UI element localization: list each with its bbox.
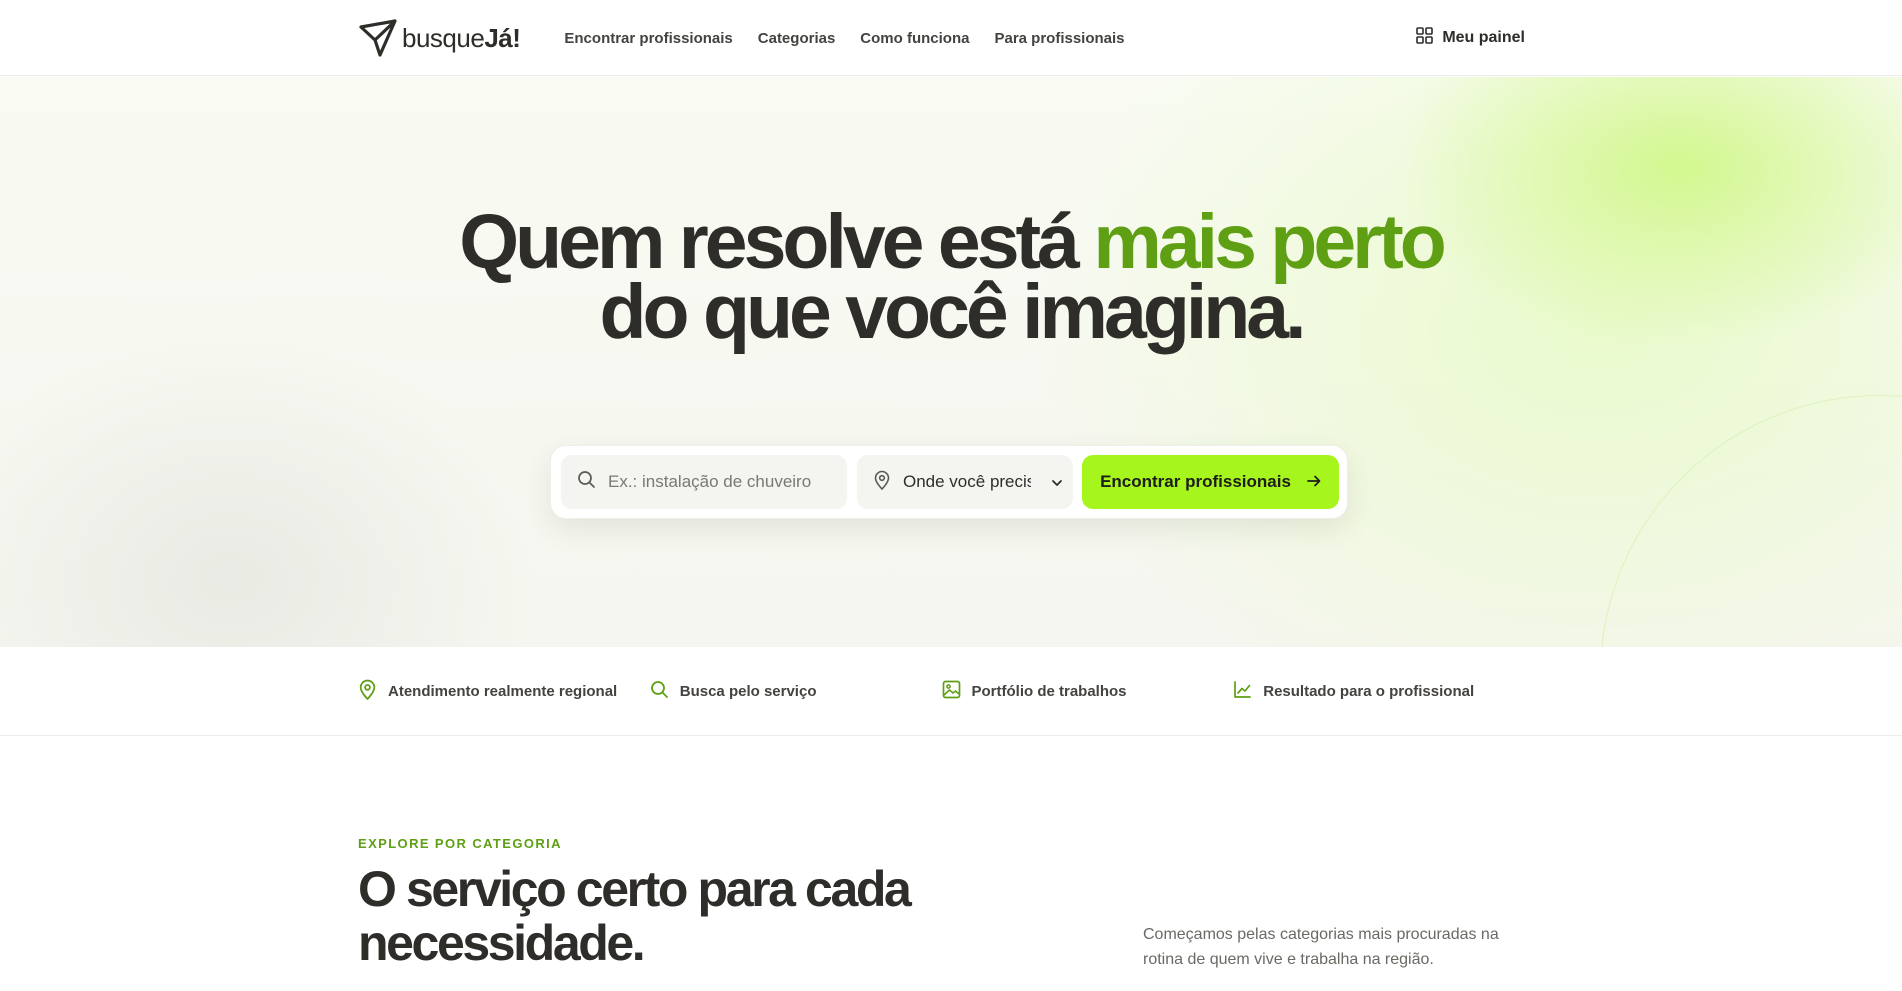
map-pin-icon	[358, 679, 377, 704]
features-strip: Atendimento realmente regional Busca pel…	[0, 647, 1902, 736]
send-arrow-icon	[358, 18, 398, 58]
my-panel-button[interactable]: Meu painel	[1416, 27, 1525, 49]
logo-text: busqueJá!	[402, 22, 521, 54]
location-select[interactable]: Onde você precis	[857, 455, 1073, 509]
find-professionals-label: Encontrar profissionais	[1100, 472, 1291, 491]
my-panel-label: Meu painel	[1442, 29, 1525, 46]
hero-title: Quem resolve está mais perto do que você…	[451, 204, 1451, 351]
site-header: busqueJá! Encontrar profissionais Catego…	[0, 0, 1902, 76]
nav-categories[interactable]: Categorias	[758, 30, 836, 47]
map-pin-icon	[873, 470, 891, 495]
search-icon	[650, 680, 669, 703]
feature-label: Resultado para o profissional	[1263, 683, 1475, 700]
hero-section: Quem resolve está mais perto do que você…	[0, 77, 1902, 647]
features-container: Atendimento realmente regional Busca pel…	[358, 647, 1525, 736]
categories-title: O serviço certo para cada necessidade.	[358, 861, 912, 971]
logo-prefix: busque	[402, 22, 485, 53]
logo[interactable]: busqueJá!	[358, 18, 521, 58]
hero-title-part2: do que você imagina.	[599, 269, 1306, 355]
service-search-field[interactable]	[561, 455, 847, 509]
search-icon	[577, 470, 596, 494]
nav-how-it-works[interactable]: Como funciona	[860, 30, 969, 47]
main-nav: Encontrar profissionais Categorias Como …	[564, 30, 1124, 47]
header-container: busqueJá! Encontrar profissionais Catego…	[358, 0, 1525, 76]
logo-suffix: Já!	[484, 22, 521, 53]
decorative-ring	[1600, 395, 1902, 647]
grid-icon	[1416, 27, 1434, 49]
categories-description: Começamos pelas categorias mais procurad…	[1143, 926, 1499, 968]
location-value: Onde você precis	[903, 472, 1031, 491]
categories-eyebrow: EXPLORE POR CATEGORIA	[358, 836, 562, 851]
nav-find-professionals[interactable]: Encontrar profissionais	[564, 30, 732, 47]
image-icon	[942, 680, 961, 703]
feature-results: Resultado para o profissional	[1233, 680, 1525, 703]
feature-label: Atendimento realmente regional	[388, 683, 618, 700]
feature-label: Busca pelo serviço	[679, 683, 817, 700]
arrow-right-icon	[1307, 472, 1321, 492]
line-chart-icon	[1233, 680, 1252, 703]
nav-for-professionals[interactable]: Para profissionais	[994, 30, 1124, 47]
feature-service-search: Busca pelo serviço	[650, 680, 942, 703]
chevron-down-icon	[1051, 476, 1063, 494]
service-search-input[interactable]	[608, 472, 838, 492]
find-professionals-button[interactable]: Encontrar profissionais	[1082, 455, 1339, 509]
search-box: Onde você precis Encontrar profissionais	[550, 445, 1348, 519]
feature-regional: Atendimento realmente regional	[358, 679, 650, 704]
feature-portfolio: Portfólio de trabalhos	[942, 680, 1234, 703]
feature-label: Portfólio de trabalhos	[971, 683, 1127, 700]
